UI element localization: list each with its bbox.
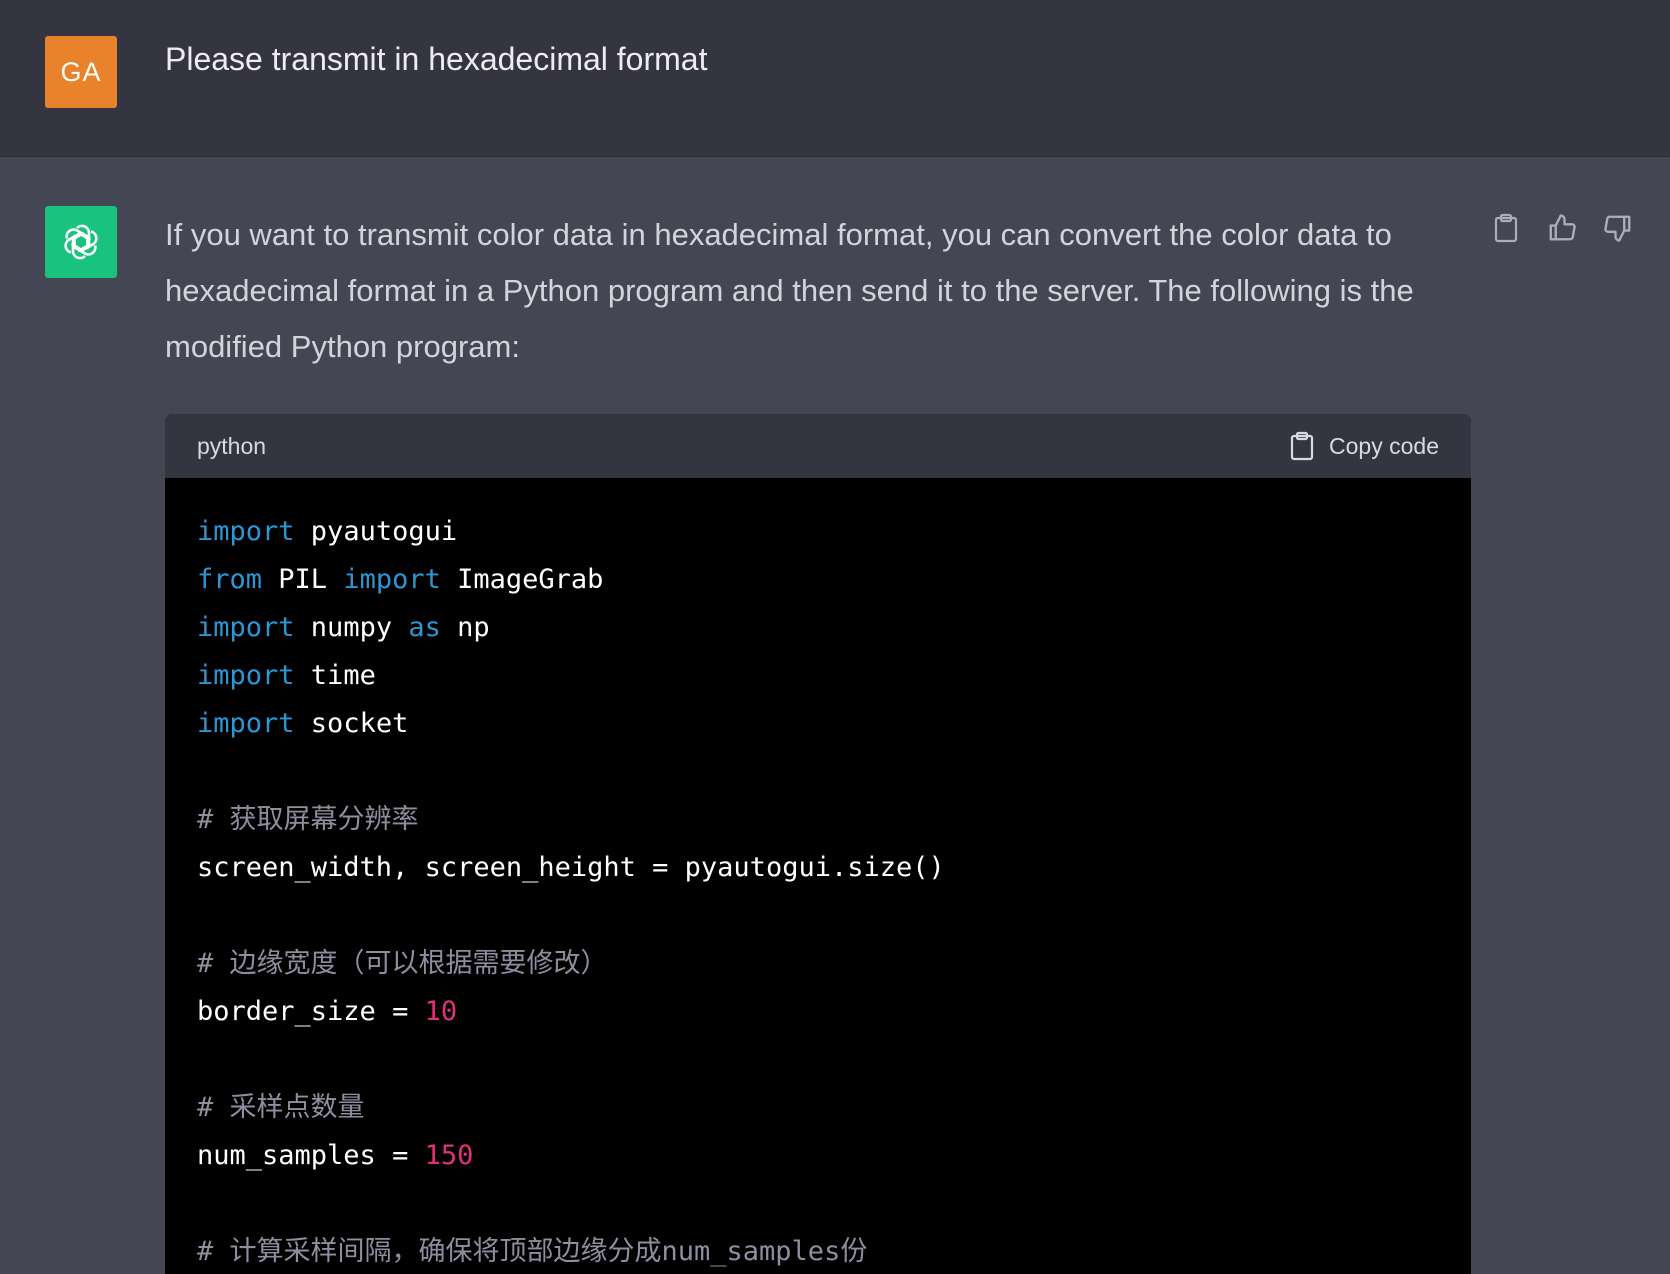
user-message-text: Please transmit in hexadecimal format <box>165 41 708 77</box>
code-line: # 边缘宽度（可以根据需要修改） <box>197 940 1439 988</box>
code-token: time <box>294 660 376 691</box>
code-line: from PIL import ImageGrab <box>197 556 1439 604</box>
code-comment: # 采样点数量 <box>197 1092 365 1123</box>
openai-logo-icon <box>64 224 98 260</box>
code-block: python Copy code import pyautogui from PI… <box>165 414 1471 1274</box>
code-line: # 采样点数量 <box>197 1084 1439 1132</box>
code-line: import numpy as np <box>197 604 1439 652</box>
assistant-message-text: If you want to transmit color data in he… <box>165 217 1414 364</box>
thumbs-up-icon <box>1549 214 1576 241</box>
user-avatar: GA <box>45 36 117 108</box>
code-token: ImageGrab <box>440 564 604 595</box>
code-keyword: import <box>197 660 295 691</box>
code-line: border_size = 10 <box>197 988 1439 1036</box>
copy-code-label: Copy code <box>1329 432 1439 459</box>
clipboard-icon <box>1494 213 1518 243</box>
thumbs-down-icon <box>1604 215 1631 242</box>
code-line: import time <box>197 652 1439 700</box>
code-comment: # 边缘宽度（可以根据需要修改） <box>197 948 608 979</box>
copy-code-button[interactable]: Copy code <box>1289 431 1439 461</box>
clipboard-icon <box>1290 431 1314 461</box>
code-token: border_size = <box>197 996 425 1027</box>
message-actions <box>1490 212 1634 244</box>
assistant-message-row: If you want to transmit color data in he… <box>0 157 1670 1274</box>
code-number: 10 <box>424 996 458 1027</box>
code-keyword: import <box>197 612 295 643</box>
code-line: # 计算采样间隔，确保将顶部边缘分成num_samples份 <box>197 1228 1439 1274</box>
code-line: import pyautogui <box>197 508 1439 556</box>
copy-message-button[interactable] <box>1490 212 1522 244</box>
code-token: PIL <box>262 564 344 595</box>
code-comment: # 计算采样间隔，确保将顶部边缘分成num_samples份 <box>197 1236 868 1267</box>
code-line: # 获取屏幕分辨率 <box>197 796 1439 844</box>
code-token: np <box>440 612 490 643</box>
code-comment: # 获取屏幕分辨率 <box>197 804 419 835</box>
code-token: pyautogui <box>294 516 458 547</box>
code-number: 150 <box>424 1140 474 1171</box>
code-line: import socket <box>197 700 1439 748</box>
thumbs-down-button[interactable] <box>1602 212 1634 244</box>
code-language-label: python <box>197 432 267 459</box>
code-keyword: import <box>343 564 441 595</box>
code-content: import pyautogui from PIL import ImageGra… <box>165 478 1471 1274</box>
code-keyword: import <box>197 516 295 547</box>
code-keyword: from <box>197 564 263 595</box>
code-line: screen_width, screen_height = pyautogui.… <box>197 844 1439 892</box>
code-token: socket <box>294 708 409 739</box>
code-token: screen_width, screen_height = pyautogui.… <box>197 852 945 883</box>
code-line: num_samples = 150 <box>197 1132 1439 1180</box>
code-token: num_samples = <box>197 1140 425 1171</box>
code-keyword: import <box>197 708 295 739</box>
thumbs-up-button[interactable] <box>1546 212 1578 244</box>
assistant-avatar <box>45 206 117 278</box>
code-block-header: python Copy code <box>165 414 1471 478</box>
code-token: numpy <box>294 612 409 643</box>
code-keyword: as <box>408 612 441 643</box>
user-message-row: GA Please transmit in hexadecimal format <box>0 0 1670 157</box>
